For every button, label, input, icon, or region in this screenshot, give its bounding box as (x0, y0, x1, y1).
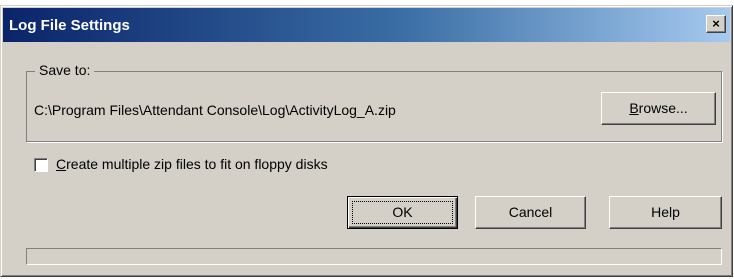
save-to-group: Save to: C:\Program Files\Attendant Cons… (26, 62, 722, 142)
ok-button[interactable]: OK (347, 196, 458, 229)
dialog-title: Log File Settings (9, 17, 130, 34)
close-icon: × (712, 16, 720, 31)
multi-zip-mnemonic: C (56, 156, 67, 172)
help-button-label: Help (651, 204, 680, 220)
multi-zip-label[interactable]: Create multiple zip files to fit on flop… (56, 156, 328, 172)
browse-mnemonic: B (629, 100, 639, 116)
log-file-settings-dialog: Log File Settings × Save to: C:\Program … (0, 5, 733, 277)
save-to-label: Save to: (35, 62, 95, 78)
multi-zip-label-text: reate multiple zip files to fit on flopp… (66, 156, 328, 172)
progress-bar (26, 248, 722, 265)
cancel-button[interactable]: Cancel (475, 196, 586, 229)
help-button[interactable]: Help (609, 196, 722, 229)
ok-button-label: OK (392, 204, 413, 220)
browse-button-label: rowse... (638, 100, 688, 116)
browse-button[interactable]: Browse... (601, 92, 716, 125)
close-button[interactable]: × (706, 15, 726, 33)
save-path-text: C:\Program Files\Attendant Console\Log\A… (34, 102, 396, 118)
title-bar[interactable]: Log File Settings × (3, 8, 730, 42)
multi-zip-checkbox[interactable] (34, 158, 48, 172)
cancel-button-label: Cancel (508, 204, 553, 220)
